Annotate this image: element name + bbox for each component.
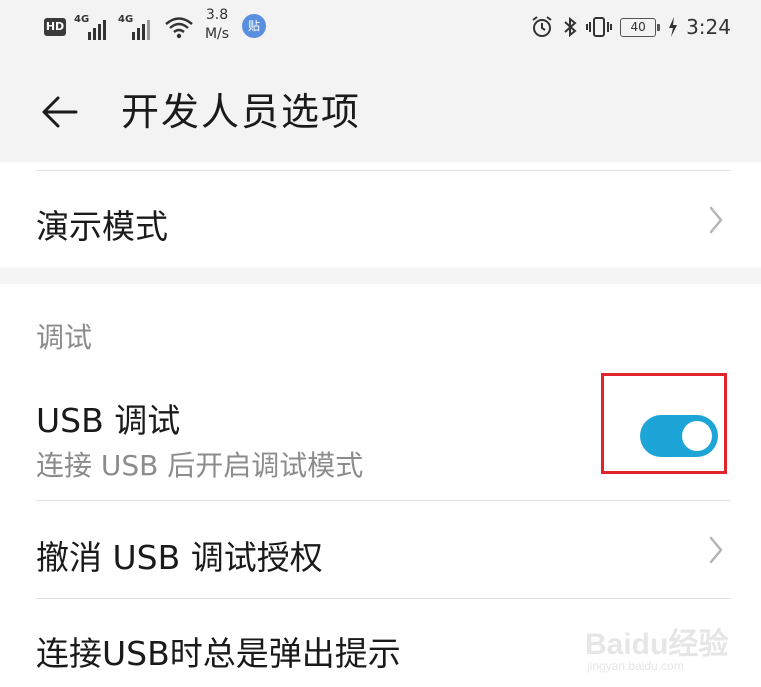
page-title: 开发人员选项 [121, 90, 362, 134]
wifi-icon [165, 17, 193, 39]
watermark-brand: Baidu经验 [585, 628, 729, 661]
signal-icon: 4G [118, 14, 158, 40]
speed-value: 3.8 [205, 7, 229, 23]
notification-badge-icon: 贴 [242, 14, 266, 38]
charging-icon [669, 17, 678, 37]
status-right-group: 40 3:24 [530, 12, 731, 42]
bluetooth-icon [564, 16, 577, 38]
baidu-jingyan-watermark: Baidu经验 jingyan.baidu.com [585, 617, 735, 677]
network-type-label: 4G [118, 14, 134, 25]
app-header: 开发人员选项 [0, 62, 761, 162]
status-bar: HD 4G 4G 3.8 M/s 贴 40 3:24 [0, 0, 761, 62]
hd-icon: HD [44, 18, 66, 36]
usb-debug-subtitle: 连接 USB 后开启调试模式 [36, 449, 364, 482]
divider [36, 170, 731, 171]
usb-debug-title[interactable]: USB 调试 [36, 394, 180, 442]
alarm-icon [532, 16, 552, 37]
vibrate-icon [586, 17, 613, 37]
arrow-left-icon[interactable] [40, 92, 80, 132]
battery-icon: 40 [620, 17, 661, 37]
section-header-debug: 调试 [36, 321, 93, 354]
watermark-url: jingyan.baidu.com [587, 659, 684, 673]
signal-icon: 4G [74, 14, 114, 40]
highlight-box [601, 373, 727, 474]
chevron-right-icon[interactable] [708, 536, 724, 564]
revoke-usb-debug-item[interactable]: 撤消 USB 调试授权 [36, 531, 323, 579]
chevron-right-icon[interactable] [708, 206, 724, 234]
always-prompt-usb-item[interactable]: 连接USB时总是弹出提示 [36, 627, 401, 675]
speed-unit: M/s [204, 26, 230, 42]
clock: 3:24 [686, 15, 731, 39]
settings-card: 演示模式 [0, 162, 761, 267]
network-speed: 3.8 M/s [200, 6, 234, 44]
divider [36, 500, 731, 501]
divider [36, 598, 731, 599]
demo-mode-item[interactable]: 演示模式 [36, 200, 168, 248]
network-type-label: 4G [74, 14, 90, 25]
